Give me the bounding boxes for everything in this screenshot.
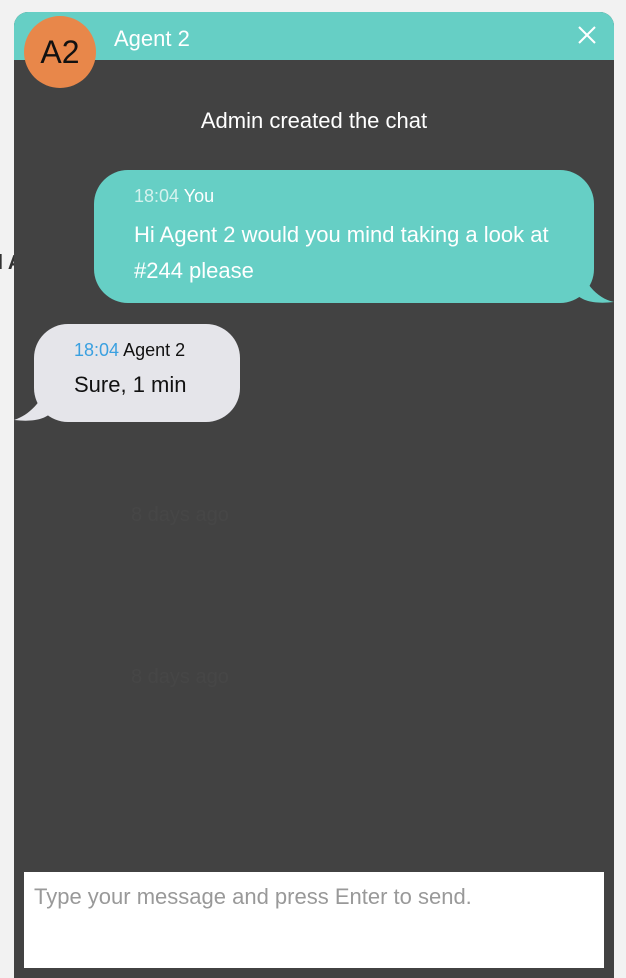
message-meta: 18:04 Agent 2 xyxy=(74,340,200,361)
page: ll Activity 8 days ago 8 days ago A2 Age… xyxy=(0,0,626,978)
system-message: Admin created the chat xyxy=(200,108,428,133)
chat-title: Agent 2 xyxy=(114,26,190,51)
message-bubble-incoming: 18:04 Agent 2 Sure, 1 min xyxy=(34,324,240,422)
close-icon xyxy=(578,26,596,44)
message-bubble-outgoing: 18:04 You Hi Agent 2 would you mind taki… xyxy=(94,170,594,303)
message-author: You xyxy=(183,186,215,206)
message-input[interactable] xyxy=(24,872,604,968)
chat-window: Agent 2 Admin created the chat 18:04 You… xyxy=(14,12,614,978)
avatar: A2 xyxy=(24,16,96,88)
activity-timestamp: 8 days ago xyxy=(131,504,229,526)
message-time: 18:04 xyxy=(134,186,180,206)
chat-header: Agent 2 xyxy=(14,12,614,60)
message-author: Agent 2 xyxy=(123,340,186,360)
message-text: Hi Agent 2 would you mind taking a look … xyxy=(134,222,549,283)
message-meta: 18:04 You xyxy=(134,186,554,207)
message-time: 18:04 xyxy=(74,340,120,360)
close-button[interactable] xyxy=(576,24,598,46)
activity-timestamp: 8 days ago xyxy=(131,666,229,688)
message-text: Sure, 1 min xyxy=(74,372,187,397)
